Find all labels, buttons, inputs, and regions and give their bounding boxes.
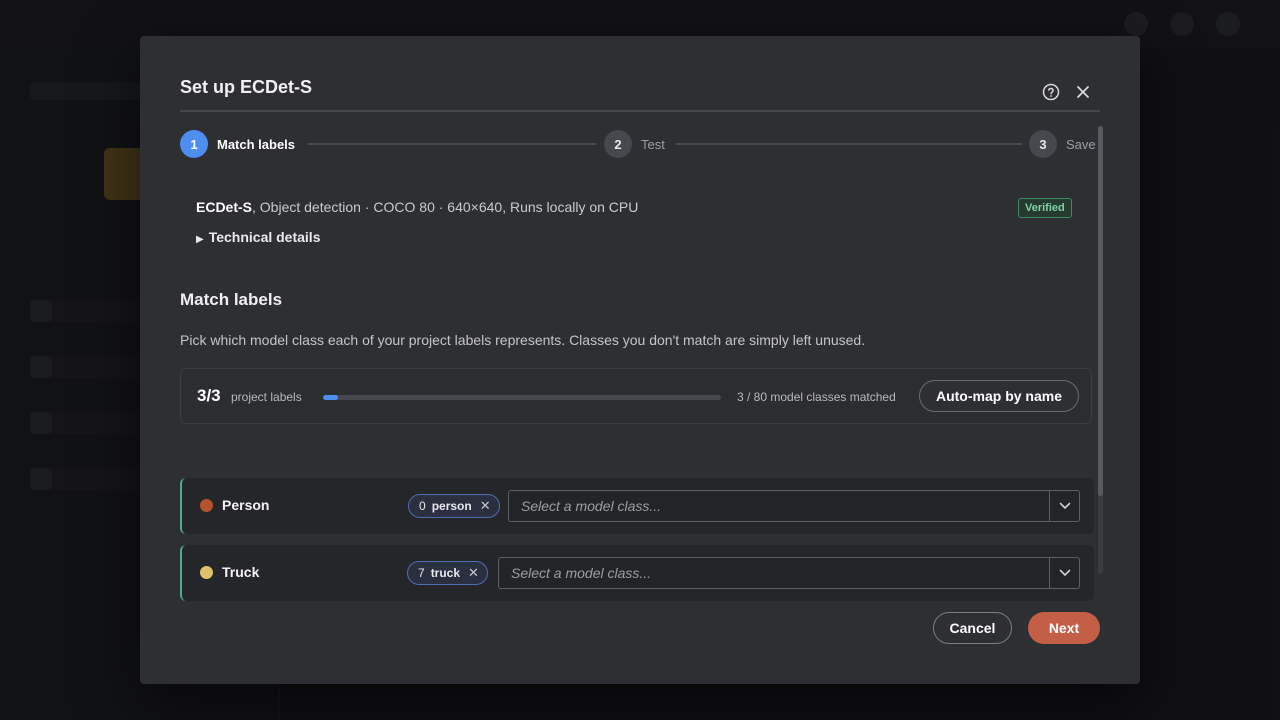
label-name: Truck <box>222 564 260 580</box>
select-placeholder: Select a model class... <box>521 498 662 514</box>
step-number: 1 <box>180 130 208 158</box>
match-progress-fill <box>323 395 338 400</box>
section-title: Match labels <box>180 290 283 309</box>
verified-badge: Verified <box>1018 198 1072 218</box>
select-placeholder: Select a model class... <box>511 565 652 581</box>
label-row-truck: Truck 7 truck ✕ Select a model class... <box>180 545 1094 601</box>
model-class-select[interactable]: Select a model class... <box>498 557 1080 589</box>
step-connector <box>676 143 1022 145</box>
technical-details-label: Technical details <box>208 229 321 245</box>
step-number: 3 <box>1029 130 1057 158</box>
step-label: Match labels <box>217 136 296 152</box>
dialog-body: ECDet-S, Object detection · COCO 80 · 64… <box>180 176 1100 616</box>
model-class-select[interactable]: Select a model class... <box>508 490 1080 522</box>
model-summary: ECDet-S, Object detection · COCO 80 · 64… <box>196 199 638 215</box>
setup-dialog: Set up ECDet-S 1 Match labels 2 Test 3 S… <box>140 36 1140 684</box>
labels-count: 3/3 <box>197 386 221 405</box>
label-color-dot <box>200 499 213 512</box>
close-icon[interactable] <box>1073 82 1093 102</box>
auto-map-button[interactable]: Auto-map by name <box>919 380 1079 412</box>
chip-count: 0 <box>419 499 426 513</box>
stepper: 1 Match labels 2 Test 3 Save <box>180 130 1096 158</box>
step-save[interactable]: 3 Save <box>1029 130 1096 158</box>
chevron-down-icon[interactable] <box>1049 558 1079 588</box>
remove-chip-icon[interactable]: ✕ <box>468 565 479 581</box>
step-label: Test <box>641 136 665 152</box>
chip-count: 7 <box>418 566 425 580</box>
cancel-button[interactable]: Cancel <box>933 612 1012 644</box>
remove-chip-icon[interactable]: ✕ <box>480 498 491 514</box>
technical-details-toggle[interactable]: ▶ Technical details <box>196 229 320 245</box>
step-match-labels[interactable]: 1 Match labels <box>180 130 295 158</box>
match-progress-panel: 3/3 project labels 3 / 80 model classes … <box>180 368 1092 424</box>
help-circle-icon[interactable] <box>1041 82 1061 102</box>
step-label: Save <box>1066 136 1096 152</box>
model-description: , Object detection · COCO 80 · 640×640, … <box>252 199 639 215</box>
label-color-dot <box>200 566 213 579</box>
dialog-title: Set up ECDet-S <box>180 77 313 97</box>
label-row-person: Person 0 person ✕ Select a model class..… <box>180 478 1094 534</box>
label-name: Person <box>222 497 270 513</box>
matched-class-chip: 0 person ✕ <box>408 494 500 518</box>
expand-triangle-icon: ▶ <box>196 234 204 245</box>
matched-class-chip: 7 truck ✕ <box>407 561 488 585</box>
classes-matched-text: 3 / 80 model classes matched <box>737 390 896 404</box>
section-description: Pick which model class each of your proj… <box>180 332 866 348</box>
match-progress-bar <box>323 395 721 400</box>
chip-class-name: person <box>431 499 472 513</box>
chevron-down-icon[interactable] <box>1049 491 1079 521</box>
header-divider <box>180 110 1100 112</box>
step-test[interactable]: 2 Test <box>604 130 665 158</box>
chip-class-name: truck <box>430 566 461 580</box>
labels-count-label: project labels <box>231 390 302 404</box>
step-connector <box>308 143 596 145</box>
step-number: 2 <box>604 130 632 158</box>
model-name: ECDet-S <box>196 199 253 215</box>
next-button[interactable]: Next <box>1028 612 1100 644</box>
